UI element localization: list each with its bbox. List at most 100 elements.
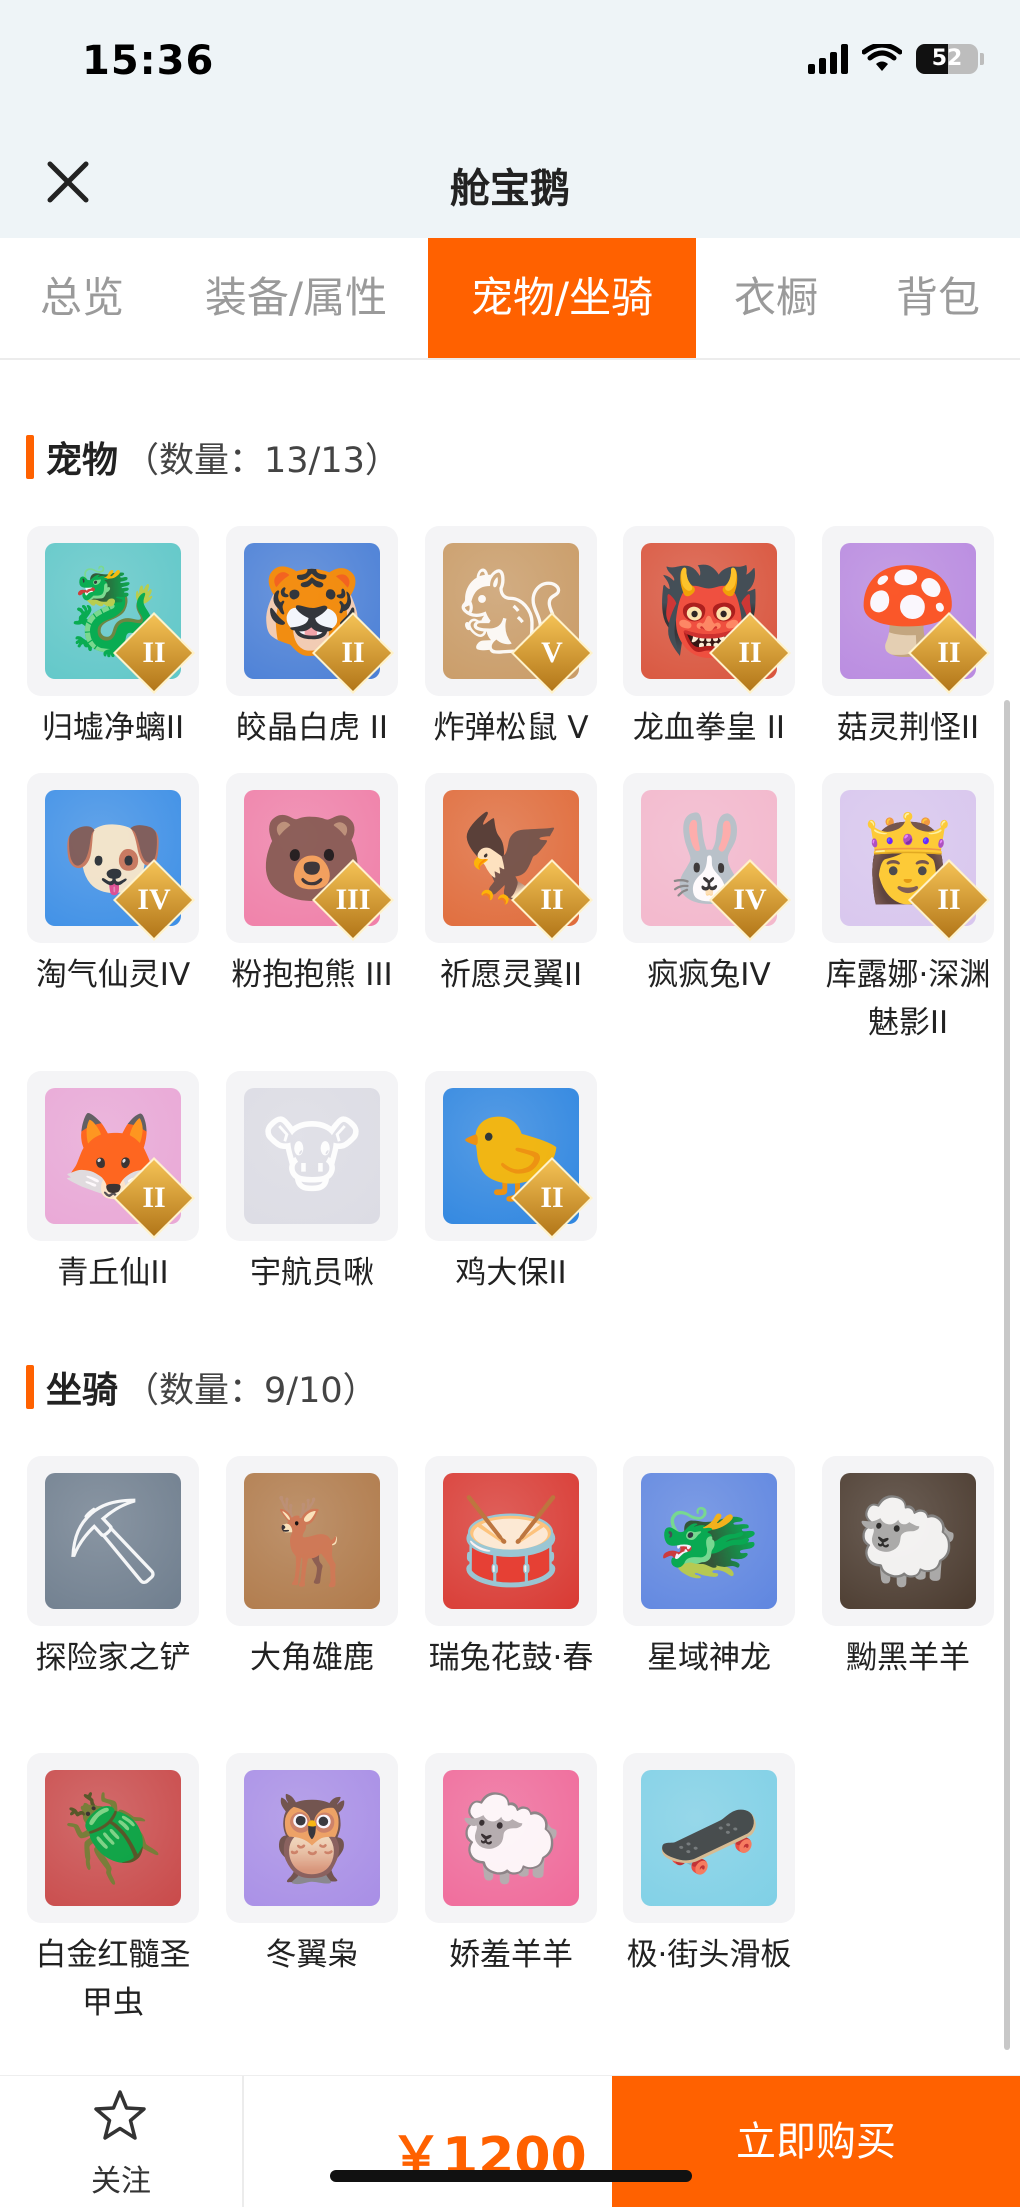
battery-nub [980, 53, 984, 65]
pet-thumbnail: 🐯 II [226, 526, 398, 696]
mount-item[interactable]: 🐲 星域神龙 [623, 1456, 795, 1682]
mount-item[interactable]: 🥁 瑞兔花鼓·春 [425, 1456, 597, 1682]
level-badge-text: II [738, 636, 762, 669]
pet-thumbnail: 🐻 III [226, 773, 398, 943]
battery-level: 52 [931, 46, 963, 71]
pet-name: 祈愿灵翼II [439, 957, 583, 993]
follow-button[interactable]: 关注 [0, 2076, 244, 2207]
mount-name: 大角雄鹿 [250, 1640, 374, 1676]
level-badge-text: II [540, 883, 564, 916]
tab-backpack[interactable]: 背包 [856, 238, 1020, 358]
status-time: 15:36 [82, 38, 215, 84]
section-title: 坐骑 [46, 1370, 119, 1411]
mount-thumbnail: 🐑 [822, 1456, 994, 1626]
pet-item[interactable]: 👸 II 库露娜·深渊魅影II [822, 773, 994, 1047]
battery-icon: 52 [916, 44, 978, 74]
pet-name: 粉抱抱熊 III [231, 957, 393, 993]
star-icon [94, 2090, 146, 2140]
tab-overview[interactable]: 总览 [0, 238, 164, 358]
pet-thumbnail: 🦅 II [425, 773, 597, 943]
pets-section-header: 宠物 （数量：13/13） [26, 432, 400, 482]
pet-item[interactable]: 🦅 II 祈愿灵翼II [425, 773, 597, 999]
mount-image: 🦉 [244, 1770, 380, 1906]
mount-thumbnail: 🥁 [425, 1456, 597, 1626]
mount-item[interactable]: 🐑 黝黑羊羊 [822, 1456, 994, 1682]
home-indicator [330, 2170, 692, 2182]
mount-item[interactable]: 🛹 极·街头滑板 [623, 1753, 795, 1979]
pet-name: 归墟净螭II [41, 710, 185, 746]
mount-image: 🪲 [45, 1770, 181, 1906]
nav-bar: 舱宝鹅 [0, 130, 1020, 238]
mount-name: 白金红髓圣甲虫 [35, 1937, 191, 2021]
pet-name: 疯疯兔IV [647, 957, 771, 993]
pet-name: 库露娜·深渊魅影II [825, 957, 991, 1041]
pet-name: 淘气仙灵IV [35, 957, 191, 993]
mount-name: 瑞兔花鼓·春 [428, 1640, 594, 1676]
mount-name: 冬翼枭 [265, 1937, 359, 1973]
pet-item[interactable]: 🐮 宇航员啾 [226, 1071, 398, 1297]
level-badge-text: II [341, 636, 365, 669]
level-badge-text: II [937, 636, 961, 669]
status-icons: 52 [808, 44, 984, 74]
level-badge-text: IV [733, 883, 767, 916]
mount-name: 探险家之铲 [35, 1640, 191, 1676]
mount-thumbnail: 🪲 [27, 1753, 199, 1923]
mount-thumbnail: 🛹 [623, 1753, 795, 1923]
level-badge-text: II [142, 1181, 166, 1214]
tab-equipment[interactable]: 装备/属性 [164, 238, 428, 358]
pet-name: 宇航员啾 [250, 1255, 374, 1291]
section-title: 宠物 [46, 440, 119, 481]
pet-thumbnail: 🐤 II [425, 1071, 597, 1241]
tab-wardrobe[interactable]: 衣橱 [696, 238, 856, 358]
mount-name: 星域神龙 [647, 1640, 771, 1676]
pet-thumbnail: 👹 II [623, 526, 795, 696]
status-bar: 15:36 52 [0, 0, 1020, 130]
pet-thumbnail: 🐶 IV [27, 773, 199, 943]
pet-thumbnail: 🐉 II [27, 526, 199, 696]
follow-label: 关注 [91, 2164, 151, 2199]
pet-item[interactable]: 🐶 IV 淘气仙灵IV [27, 773, 199, 999]
pet-item[interactable]: 🐤 II 鸡大保II [425, 1071, 597, 1297]
section-accent-bar [26, 1365, 34, 1409]
mount-thumbnail: 🐑 [425, 1753, 597, 1923]
mount-image: 🐲 [641, 1473, 777, 1609]
section-accent-bar [26, 435, 34, 479]
mount-item[interactable]: 🦌 大角雄鹿 [226, 1456, 398, 1682]
pet-thumbnail: 👸 II [822, 773, 994, 943]
level-badge-text: III [335, 883, 371, 916]
mount-image: 🛹 [641, 1770, 777, 1906]
cellular-signal-icon [808, 44, 848, 74]
wifi-icon [862, 44, 902, 71]
mount-item[interactable]: ⛏ 探险家之铲 [27, 1456, 199, 1682]
bottom-bar: 关注 ￥1200 立即购买 [0, 2075, 1020, 2207]
mount-item[interactable]: 🐑 娇羞羊羊 [425, 1753, 597, 1979]
pet-thumbnail: 🐿 V [425, 526, 597, 696]
tab-pets-mounts[interactable]: 宠物/坐骑 [428, 238, 696, 358]
pet-item[interactable]: 🐿 V 炸弹松鼠 V [425, 526, 597, 752]
buy-now-button[interactable]: 立即购买 [612, 2076, 1020, 2207]
pet-item[interactable]: 🦊 II 青丘仙II [27, 1071, 199, 1297]
pet-item[interactable]: 🐻 III 粉抱抱熊 III [226, 773, 398, 999]
pet-item[interactable]: 🐯 II 皎晶白虎 II [226, 526, 398, 752]
level-badge-text: II [540, 1181, 564, 1214]
mount-image: 🦌 [244, 1473, 380, 1609]
mount-thumbnail: 🐲 [623, 1456, 795, 1626]
pet-item[interactable]: 🐰 IV 疯疯兔IV [623, 773, 795, 999]
mount-item[interactable]: 🪲 白金红髓圣甲虫 [27, 1753, 199, 2027]
mount-item[interactable]: 🦉 冬翼枭 [226, 1753, 398, 1979]
section-count: （数量：9/10） [124, 1370, 378, 1411]
tab-bar: 总览 装备/属性 宠物/坐骑 衣橱 背包 [0, 238, 1020, 360]
mount-thumbnail: 🦉 [226, 1753, 398, 1923]
level-badge-text: II [142, 636, 166, 669]
scrollbar[interactable] [1004, 700, 1010, 2050]
pet-item[interactable]: 🐉 II 归墟净螭II [27, 526, 199, 752]
pet-name: 青丘仙II [57, 1255, 169, 1291]
pet-name: 鸡大保II [455, 1255, 567, 1291]
pet-image: 🐮 [244, 1088, 380, 1224]
level-badge-text: V [541, 636, 563, 669]
mount-name: 黝黑羊羊 [846, 1640, 970, 1676]
pet-item[interactable]: 👹 II 龙血拳皇 II [623, 526, 795, 752]
pet-name: 炸弹松鼠 V [433, 710, 589, 746]
pet-thumbnail: 🐰 IV [623, 773, 795, 943]
pet-item[interactable]: 🍄 II 菇灵荆怪II [822, 526, 994, 752]
